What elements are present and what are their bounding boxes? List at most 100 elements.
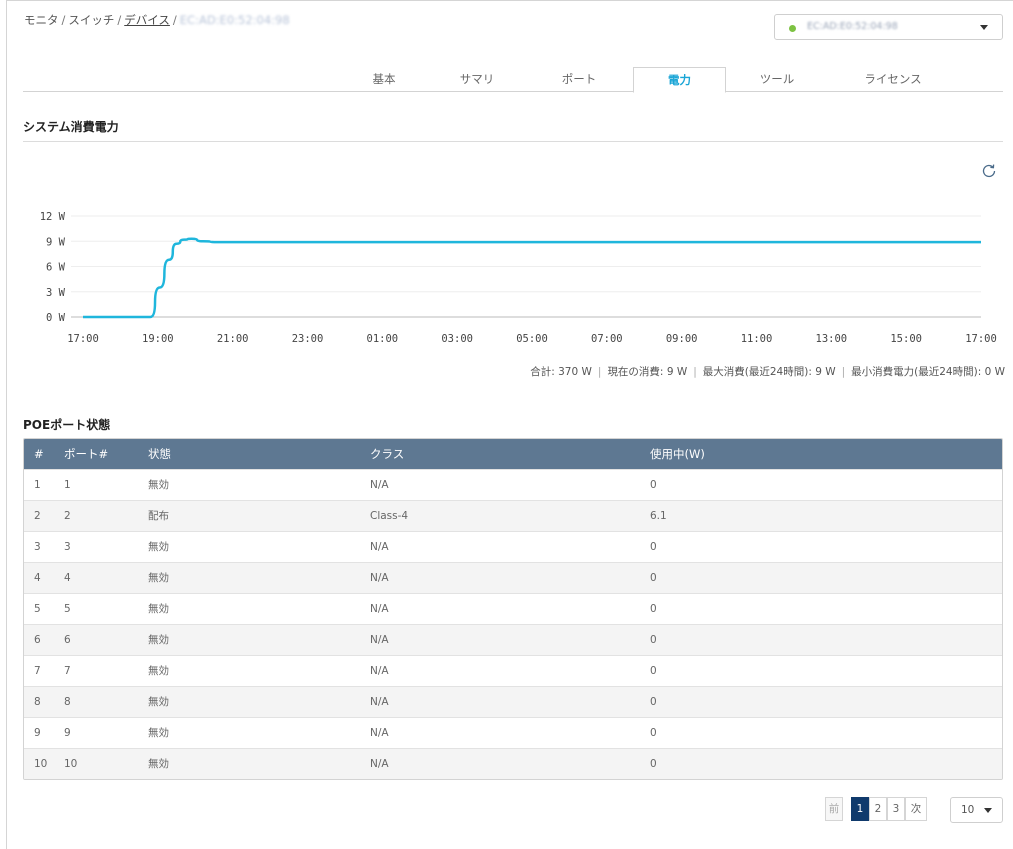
table-row: 7 7 無効 N/A 0 — [24, 654, 1002, 686]
table-cell: N/A — [360, 530, 640, 562]
table-cell: 6 — [24, 623, 54, 655]
y-tick-label: 0 W — [46, 312, 66, 324]
power-stats: 合計: 370 W | 現在の消費: 9 W | 最大消費(最近24時間): 9 W | 最… — [530, 366, 1005, 378]
x-tick-label: 01:00 — [367, 333, 399, 345]
breadcrumb-devices[interactable]: デバイス — [124, 13, 170, 27]
breadcrumb-monitor[interactable]: モニタ — [24, 13, 59, 27]
poe-table: # ポート# 状態 クラス 使用中(W) 1 1 無効 N/A 0 2 2 配布 Class-4… — [23, 438, 1003, 780]
x-tick-label: 03:00 — [441, 333, 473, 345]
column-header[interactable]: クラス — [360, 439, 640, 469]
column-header[interactable]: 使用中(W) — [640, 439, 1002, 469]
table-cell: 2 — [24, 499, 54, 531]
table-cell: 5 — [24, 592, 54, 624]
table-header-row: # ポート# 状態 クラス 使用中(W) — [24, 439, 1002, 469]
table-cell: 3 — [54, 530, 138, 562]
device-select[interactable]: EC:AD:E0:52:04:98 — [774, 14, 1003, 40]
table-cell: 0 — [640, 592, 1002, 624]
status-dot-icon — [789, 25, 796, 32]
table-row: 8 8 無効 N/A 0 — [24, 685, 1002, 717]
x-tick-label: 05:00 — [516, 333, 548, 345]
x-tick-label: 09:00 — [666, 333, 698, 345]
table-cell: 8 — [24, 685, 54, 717]
x-tick-label: 15:00 — [890, 333, 922, 345]
y-tick-label: 12 W — [40, 211, 66, 223]
tab-tools[interactable]: ツール — [731, 67, 823, 92]
table-cell: Class-4 — [360, 499, 640, 531]
table-cell: 0 — [640, 561, 1002, 593]
x-tick-label: 17:00 — [67, 333, 99, 345]
x-tick-label: 23:00 — [292, 333, 324, 345]
chevron-down-icon — [980, 25, 988, 30]
power-chart: 0 W 3 W 6 W 9 W 12 W 17:00 19:00 21:00 23:00 01:… — [40, 211, 997, 345]
table-cell: N/A — [360, 654, 640, 686]
table-cell: N/A — [360, 716, 640, 748]
page-3-button[interactable]: 3 — [887, 797, 905, 821]
table-cell: 4 — [24, 561, 54, 593]
x-tick-label: 07:00 — [591, 333, 623, 345]
table-row: 3 3 無効 N/A 0 — [24, 530, 1002, 562]
table-cell: 0 — [640, 530, 1002, 562]
page-size-value: 10 — [961, 804, 975, 816]
breadcrumb-switch[interactable]: スイッチ — [68, 13, 114, 27]
table-cell: N/A — [360, 592, 640, 624]
table-cell: 7 — [54, 654, 138, 686]
table-row: 6 6 無効 N/A 0 — [24, 623, 1002, 655]
section-divider — [23, 141, 1003, 142]
table-cell: 8 — [54, 685, 138, 717]
table-row: 2 2 配布 Class-4 6.1 — [24, 499, 1002, 531]
y-tick-label: 9 W — [46, 236, 66, 248]
x-tick-label: 21:00 — [217, 333, 249, 345]
column-header[interactable]: # — [24, 439, 54, 469]
column-header[interactable]: 状態 — [138, 439, 360, 469]
tab-summary[interactable]: サマリ — [431, 67, 523, 92]
page-2-button[interactable]: 2 — [869, 797, 887, 821]
prev-page-button[interactable]: 前 — [825, 797, 843, 821]
table-cell: N/A — [360, 561, 640, 593]
table-cell: 無効 — [138, 561, 360, 593]
table-cell: 1 — [54, 468, 138, 500]
table-cell: 6.1 — [640, 499, 1002, 531]
table-cell: 6 — [54, 623, 138, 655]
column-header[interactable]: ポート# — [54, 439, 138, 469]
tab-license[interactable]: ライセンス — [843, 67, 943, 92]
table-cell: 0 — [640, 468, 1002, 500]
table-cell: 0 — [640, 747, 1002, 779]
next-page-button[interactable]: 次 — [905, 797, 927, 821]
page-size-select[interactable]: 10 — [950, 797, 1003, 823]
table-row: 4 4 無効 N/A 0 — [24, 561, 1002, 593]
table-row: 10 10 無効 N/A 0 — [24, 747, 1002, 779]
device-select-value: EC:AD:E0:52:04:98 — [807, 21, 898, 32]
table-cell: N/A — [360, 685, 640, 717]
table-cell: 無効 — [138, 747, 360, 779]
tab-power[interactable]: 電力 — [633, 67, 726, 93]
page-1-button[interactable]: 1 — [851, 797, 869, 821]
table-cell: 無効 — [138, 623, 360, 655]
stat-max: 最大消費(最近24時間): 9 W — [702, 366, 836, 378]
table-row: 1 1 無効 N/A 0 — [24, 468, 1002, 500]
y-tick-label: 6 W — [46, 262, 66, 274]
breadcrumb-current-device: EC:AD:E0:52:04:98 — [179, 13, 290, 27]
power-section-title: システム消費電力 — [23, 120, 119, 134]
table-row: 5 5 無効 N/A 0 — [24, 592, 1002, 624]
table-cell: 無効 — [138, 716, 360, 748]
table-cell: 0 — [640, 685, 1002, 717]
table-cell: 無効 — [138, 654, 360, 686]
tab-ports[interactable]: ポート — [533, 67, 625, 92]
table-cell: 5 — [54, 592, 138, 624]
table-row: 9 9 無効 N/A 0 — [24, 716, 1002, 748]
table-cell: 無効 — [138, 530, 360, 562]
table-cell: 4 — [54, 561, 138, 593]
table-cell: 無効 — [138, 592, 360, 624]
table-cell: N/A — [360, 623, 640, 655]
table-cell: 2 — [54, 499, 138, 531]
tab-bar: 基本 サマリ ポート 電力 ツール ライセンス — [23, 67, 1003, 93]
refresh-icon[interactable] — [980, 162, 998, 180]
table-cell: 10 — [24, 747, 54, 779]
stat-current: 現在の消費: 9 W — [607, 366, 688, 378]
table-cell: N/A — [360, 468, 640, 500]
tab-basic[interactable]: 基本 — [338, 67, 430, 92]
breadcrumb: モニタ / スイッチ / デバイス / EC:AD:E0:52:04:98 — [24, 13, 290, 27]
table-cell: N/A — [360, 747, 640, 779]
table-cell: 9 — [24, 716, 54, 748]
table-cell: 配布 — [138, 499, 360, 531]
